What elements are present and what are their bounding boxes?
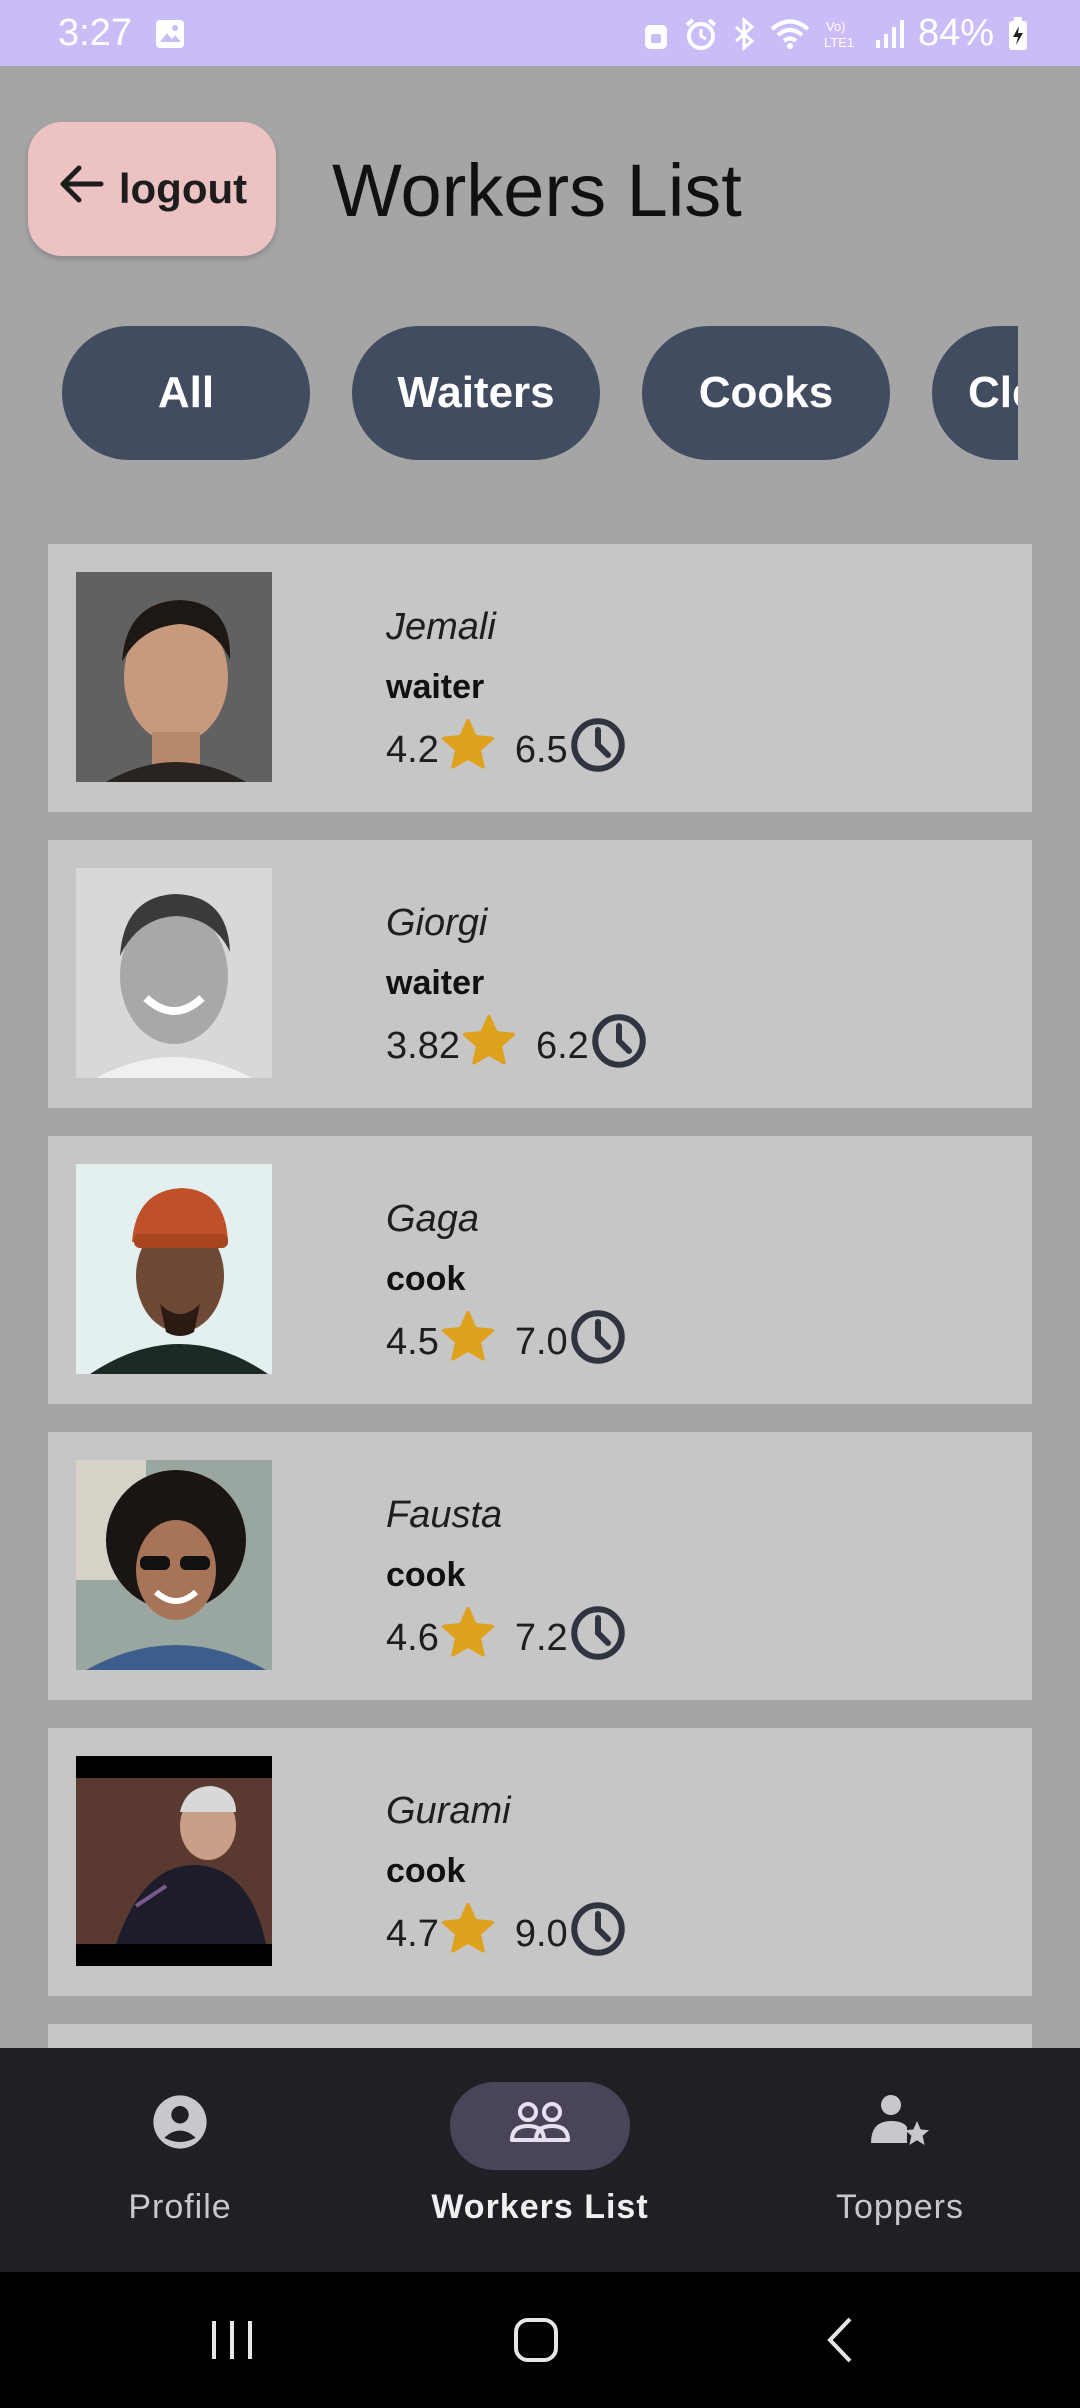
worker-role: cook bbox=[386, 1852, 466, 1890]
nav-icon-container bbox=[810, 2082, 990, 2170]
nav-item-toppers[interactable]: Toppers bbox=[750, 2082, 1050, 2252]
logout-label: logout bbox=[118, 165, 248, 212]
chip-waiters[interactable]: Waiters bbox=[352, 326, 600, 460]
system-navigation-bar bbox=[0, 2272, 1080, 2408]
worker-avatar bbox=[76, 572, 272, 782]
chip-cooks[interactable]: Cooks bbox=[642, 326, 890, 460]
worker-hours: 9.0 bbox=[514, 1912, 568, 1955]
nav-icon-container bbox=[90, 2082, 270, 2170]
group-icon bbox=[508, 2100, 572, 2153]
star-icon bbox=[439, 716, 497, 784]
worker-stats: 4.6 7.2 bbox=[386, 1606, 628, 1670]
worker-role: waiter bbox=[386, 668, 485, 706]
nav-label: Workers List bbox=[431, 2188, 649, 2226]
filter-chip-row: All Waiters Cooks Cleaners bbox=[0, 326, 1018, 462]
worker-card[interactable]: Giorgi waiter 3.82 6.2 bbox=[48, 840, 1032, 1108]
worker-stats: 3.82 6.2 bbox=[386, 1014, 649, 1078]
chip-cleaners[interactable]: Cleaners bbox=[932, 326, 1018, 460]
worker-hours: 6.5 bbox=[514, 728, 568, 771]
worker-stats: 4.5 7.0 bbox=[386, 1310, 628, 1374]
worker-stats: 4.7 9.0 bbox=[386, 1902, 628, 1966]
worker-rating: 3.82 bbox=[386, 1024, 460, 1067]
clock-icon bbox=[568, 715, 628, 785]
worker-card[interactable]: Fausta cook 4.6 7.2 bbox=[48, 1432, 1032, 1700]
worker-name: Gurami bbox=[386, 1790, 511, 1832]
wifi-icon bbox=[770, 18, 810, 50]
worker-avatar bbox=[76, 868, 272, 1078]
user-star-icon bbox=[867, 2091, 933, 2162]
signal-icon bbox=[874, 18, 904, 50]
battery-percent: 84% bbox=[917, 12, 994, 54]
worker-rating: 4.6 bbox=[386, 1616, 439, 1659]
clock-icon bbox=[568, 1307, 628, 1377]
worker-card[interactable]: Jemali waiter 4.2 6.5 bbox=[48, 544, 1032, 812]
battery-charging-icon bbox=[1008, 16, 1028, 51]
worker-name: Giorgi bbox=[386, 902, 488, 944]
worker-card[interactable]: Gaga cook 4.5 7.0 bbox=[48, 1136, 1032, 1404]
nav-label: Toppers bbox=[836, 2188, 964, 2226]
worker-rating: 4.7 bbox=[386, 1912, 439, 1955]
logout-button[interactable]: logout bbox=[28, 122, 276, 256]
worker-name: Jemali bbox=[386, 606, 496, 648]
worker-avatar bbox=[76, 1460, 272, 1670]
worker-hours: 6.2 bbox=[535, 1024, 589, 1067]
worker-rating: 4.5 bbox=[386, 1320, 439, 1363]
bottom-navigation: Profile Workers List Toppers bbox=[0, 2048, 1080, 2272]
star-icon bbox=[439, 1900, 497, 1968]
svg-text:Vo): Vo) bbox=[826, 19, 846, 34]
status-bar: 3:27 Vo) LTE1 84% bbox=[0, 0, 1080, 66]
worker-avatar bbox=[76, 1164, 272, 1374]
worker-hours: 7.0 bbox=[514, 1320, 568, 1363]
clock-icon bbox=[589, 1011, 649, 1081]
worker-name: Gaga bbox=[386, 1198, 479, 1240]
worker-role: waiter bbox=[386, 964, 485, 1002]
arrow-back-icon bbox=[57, 162, 105, 216]
alarm-icon bbox=[684, 17, 718, 51]
workers-list: Jemali waiter 4.2 6.5 Giorgi waiter 3.82 bbox=[0, 544, 1080, 2048]
nav-item-workers-list[interactable]: Workers List bbox=[390, 2082, 690, 2252]
svg-text:LTE1: LTE1 bbox=[824, 35, 854, 50]
star-icon bbox=[460, 1012, 518, 1080]
worker-name: Fausta bbox=[386, 1494, 503, 1536]
gallery-icon bbox=[154, 18, 186, 50]
home-icon[interactable] bbox=[496, 2310, 576, 2370]
volte-icon: Vo) LTE1 bbox=[824, 17, 860, 51]
nav-item-profile[interactable]: Profile bbox=[30, 2082, 330, 2252]
profile-icon bbox=[151, 2093, 209, 2160]
back-icon[interactable] bbox=[800, 2310, 880, 2370]
worker-card[interactable]: Gurami cook 4.7 9.0 bbox=[48, 1728, 1032, 1996]
nav-icon-container bbox=[450, 2082, 630, 2170]
worker-rating: 4.2 bbox=[386, 728, 439, 771]
bluetooth-icon bbox=[732, 16, 756, 51]
worker-hours: 7.2 bbox=[514, 1616, 568, 1659]
worker-role: cook bbox=[386, 1556, 466, 1594]
chip-all[interactable]: All bbox=[62, 326, 310, 460]
clock-icon bbox=[568, 1899, 628, 1969]
worker-avatar bbox=[76, 1756, 272, 1966]
worker-role: cook bbox=[386, 1260, 466, 1298]
star-icon bbox=[439, 1604, 497, 1672]
lock-icon bbox=[642, 17, 670, 51]
status-time: 3:27 bbox=[58, 12, 132, 54]
nav-label: Profile bbox=[128, 2188, 232, 2226]
clock-icon bbox=[568, 1603, 628, 1673]
recent-apps-icon[interactable] bbox=[192, 2310, 272, 2370]
star-icon bbox=[439, 1308, 497, 1376]
page-title: Workers List bbox=[332, 149, 742, 232]
worker-stats: 4.2 6.5 bbox=[386, 718, 628, 782]
worker-card[interactable] bbox=[48, 2024, 1032, 2048]
